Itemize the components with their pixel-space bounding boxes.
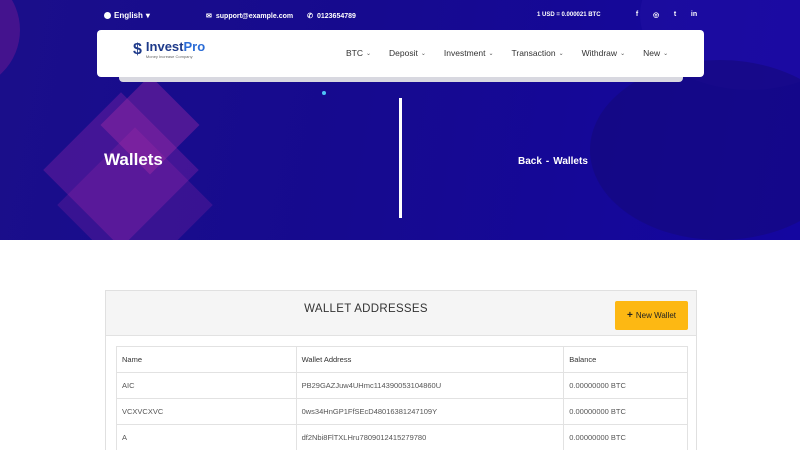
chevron-down-icon: ⌄ xyxy=(488,50,494,57)
twitter-icon[interactable]: t xyxy=(671,11,679,19)
page-title: Wallets xyxy=(104,150,163,169)
site-logo[interactable]: $ InvestPro Money Increase Company xyxy=(133,40,205,59)
breadcrumb: Back - Wallets xyxy=(518,156,588,167)
nav-item-label: Transaction xyxy=(511,48,556,58)
breadcrumb-back-link[interactable]: Back xyxy=(518,156,542,167)
breadcrumb-current: Wallets xyxy=(553,156,588,167)
top-bar: English ▾ ✉ support@example.com ✆ 012365… xyxy=(0,0,800,30)
wallet-balance: 0.00000000 BTC xyxy=(563,372,688,399)
decor-shape xyxy=(590,60,800,240)
hero-divider xyxy=(399,98,402,218)
brand-name-part: Invest xyxy=(145,39,184,54)
wallet-address: 0ws34HnGP1FfSEcD48016381247109Y xyxy=(295,398,565,425)
exchange-rate: 1 USD = 0.000021 BTC xyxy=(537,12,601,18)
linkedin-icon[interactable]: in xyxy=(690,11,698,19)
nav-item-label: Investment xyxy=(443,48,486,58)
brand-name-accent: Pro xyxy=(183,39,206,54)
wallet-balance: 0.00000000 BTC xyxy=(563,424,688,450)
wallet-address: PB29GAZJuw4UHmc114390053104860U xyxy=(295,372,565,399)
decor-dot xyxy=(322,91,326,95)
wallet-name: VCXVCXVC xyxy=(116,398,297,425)
contact-info: ✉ support@example.com ✆ 0123654789 xyxy=(206,12,356,21)
chevron-down-icon: ⌄ xyxy=(420,50,426,57)
instagram-icon[interactable]: ◎ xyxy=(652,11,660,19)
table-row: AIC PB29GAZJuw4UHmc114390053104860U 0.00… xyxy=(116,372,688,399)
social-links: f ◎ t in xyxy=(633,11,698,19)
column-header-balance: Balance xyxy=(563,346,688,373)
wallet-name: AIC xyxy=(116,372,297,399)
nav-menu: BTC ⌄ Deposit ⌄ Investment ⌄ Transaction ⌄ W… xyxy=(346,48,686,58)
logo-text: InvestPro Money Increase Company xyxy=(146,40,205,59)
breadcrumb-separator: - xyxy=(545,156,550,167)
wallets-table: Name Wallet Address Balance AIC PB29GAZJ… xyxy=(116,346,688,450)
phone-icon: ✆ xyxy=(307,13,313,20)
nav-item-new[interactable]: New ⌄ xyxy=(643,48,668,58)
wallet-balance: 0.00000000 BTC xyxy=(563,398,688,425)
language-selector[interactable]: English ▾ xyxy=(104,11,150,20)
new-wallet-button[interactable]: + New Wallet xyxy=(615,301,688,330)
brand-name: InvestPro xyxy=(146,40,205,53)
panel-header: WALLET ADDRESSES + New Wallet xyxy=(106,291,696,336)
globe-icon xyxy=(104,12,111,19)
nav-item-label: Withdraw xyxy=(581,48,618,58)
nav-item-btc[interactable]: BTC ⌄ xyxy=(346,48,371,58)
nav-item-investment[interactable]: Investment ⌄ xyxy=(444,48,494,58)
nav-item-withdraw[interactable]: Withdraw ⌄ xyxy=(582,48,625,58)
chevron-down-icon: ⌄ xyxy=(366,50,372,57)
envelope-icon: ✉ xyxy=(206,13,212,20)
nav-item-deposit[interactable]: Deposit ⌄ xyxy=(389,48,426,58)
table-header-row: Name Wallet Address Balance xyxy=(116,346,688,373)
caret-down-icon: ▾ xyxy=(145,11,150,20)
panel-title: WALLET ADDRESSES xyxy=(304,303,428,315)
brand-tagline: Money Increase Company xyxy=(145,54,193,59)
chevron-down-icon: ⌄ xyxy=(620,50,626,57)
dollar-chart-icon: $ xyxy=(133,40,142,58)
plus-icon: + xyxy=(627,310,633,321)
nav-item-transaction[interactable]: Transaction ⌄ xyxy=(512,48,564,58)
table-row: A df2Nbi8FlTXLHru7809012415279780 0.0000… xyxy=(116,424,688,450)
wallet-panel: WALLET ADDRESSES + New Wallet Name Walle… xyxy=(105,290,697,450)
new-wallet-label: New Wallet xyxy=(635,311,676,320)
language-label: English xyxy=(114,11,143,20)
wallet-address: df2Nbi8FlTXLHru7809012415279780 xyxy=(295,424,565,450)
nav-item-label: Deposit xyxy=(389,48,418,58)
main-nav: $ InvestPro Money Increase Company BTC ⌄ … xyxy=(97,30,704,77)
nav-item-label: New xyxy=(643,48,661,58)
email-link[interactable]: support@example.com xyxy=(216,13,293,20)
chevron-down-icon: ⌄ xyxy=(558,50,564,57)
nav-item-label: BTC xyxy=(346,48,363,58)
wallet-name: A xyxy=(116,424,297,450)
facebook-icon[interactable]: f xyxy=(633,11,641,19)
chevron-down-icon: ⌄ xyxy=(663,50,669,57)
phone-link[interactable]: 0123654789 xyxy=(317,13,356,20)
column-header-address: Wallet Address xyxy=(295,346,565,373)
column-header-name: Name xyxy=(116,346,297,373)
table-row: VCXVCXVC 0ws34HnGP1FfSEcD48016381247109Y… xyxy=(116,398,688,425)
